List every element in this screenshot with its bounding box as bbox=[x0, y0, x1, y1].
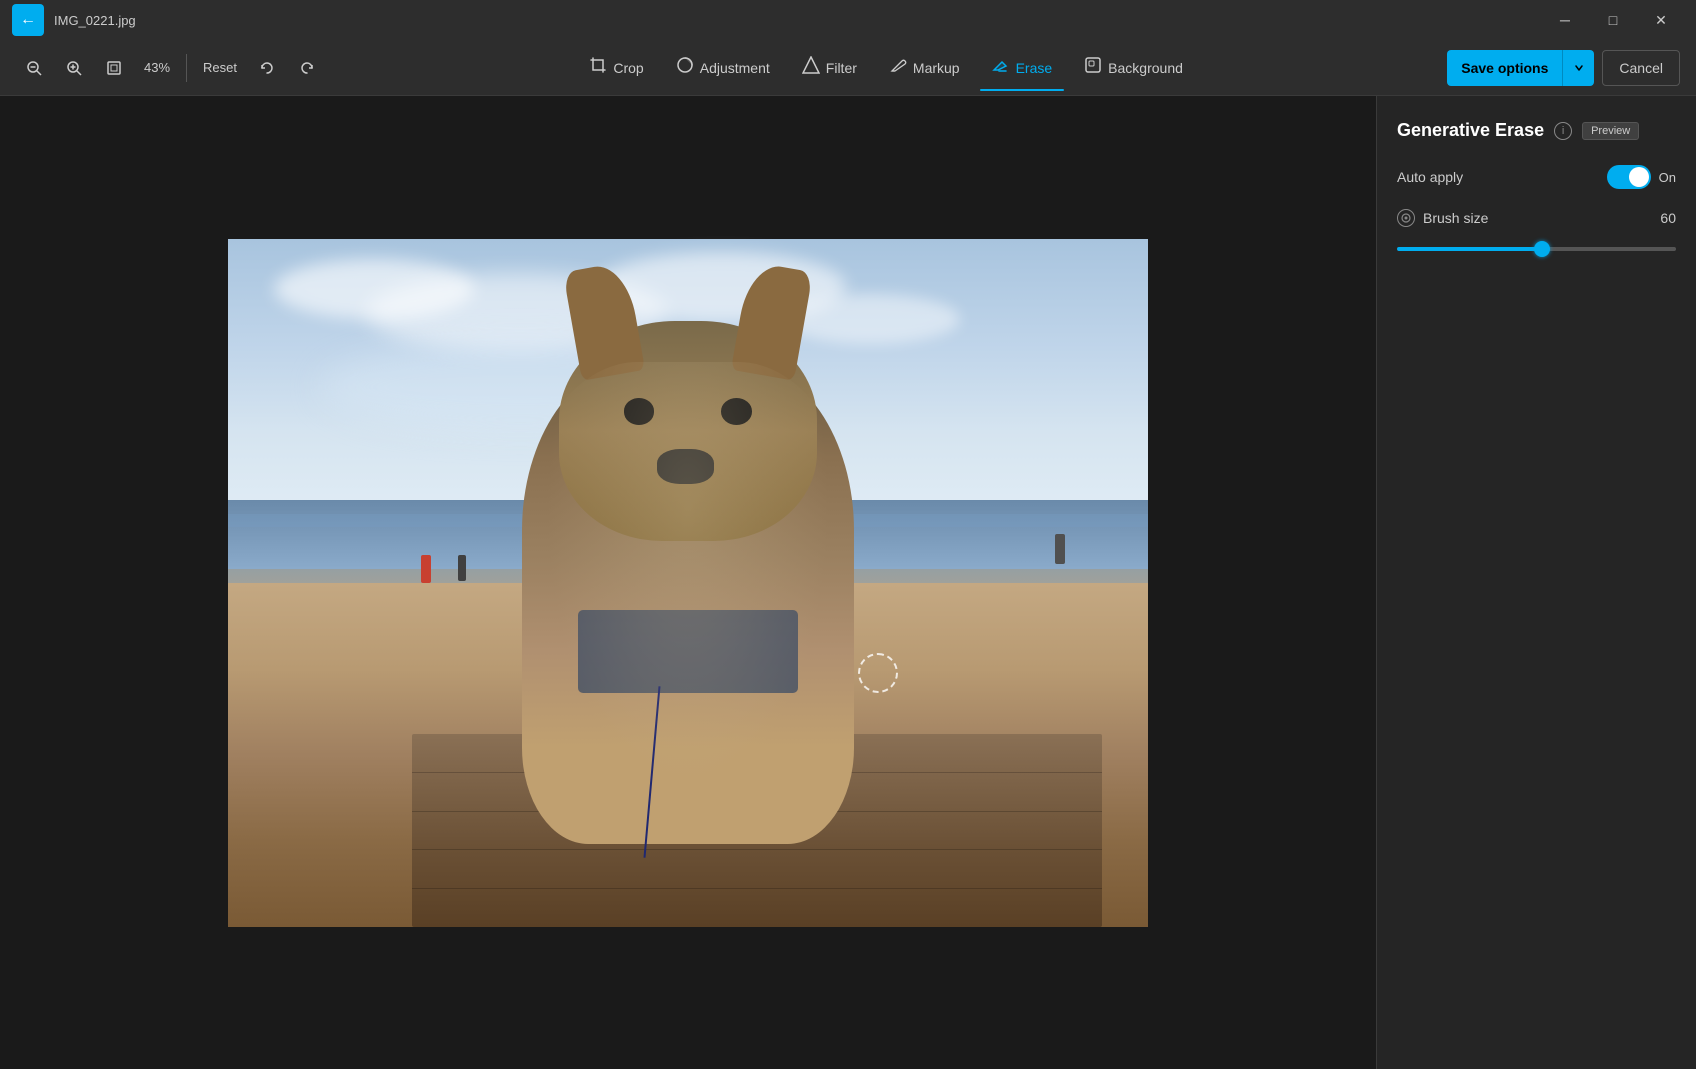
person-2 bbox=[458, 555, 466, 581]
filter-label: Filter bbox=[826, 60, 857, 76]
maximize-button[interactable]: □ bbox=[1590, 4, 1636, 36]
filter-tool[interactable]: Filter bbox=[790, 50, 869, 85]
right-panel: Generative Erase i Preview Auto apply On bbox=[1376, 96, 1696, 1069]
zoom-out-button[interactable] bbox=[16, 50, 52, 86]
toolbar-left: 43% Reset bbox=[16, 50, 325, 86]
erase-tool[interactable]: Erase bbox=[980, 50, 1065, 85]
brush-size-slider[interactable] bbox=[1397, 247, 1676, 251]
redo-button[interactable] bbox=[289, 50, 325, 86]
dog-fur-highlight bbox=[522, 362, 853, 844]
auto-apply-row: Auto apply On bbox=[1397, 165, 1676, 189]
crop-tool[interactable]: Crop bbox=[577, 50, 655, 85]
toggle-thumb bbox=[1629, 167, 1649, 187]
save-options-label: Save options bbox=[1447, 50, 1562, 86]
back-icon: ← bbox=[20, 11, 36, 29]
zoom-level: 43% bbox=[136, 60, 178, 75]
window-title: IMG_0221.jpg bbox=[54, 13, 136, 28]
panel-title: Generative Erase bbox=[1397, 120, 1544, 141]
crop-icon bbox=[589, 56, 607, 79]
window-controls: ─ □ ✕ bbox=[1542, 4, 1684, 36]
brush-size-value: 60 bbox=[1660, 210, 1676, 226]
markup-tool[interactable]: Markup bbox=[877, 50, 972, 85]
auto-apply-label: Auto apply bbox=[1397, 169, 1463, 185]
brush-size-label: Brush size bbox=[1423, 210, 1488, 226]
adjustment-icon bbox=[676, 56, 694, 79]
filter-icon bbox=[802, 56, 820, 79]
zoom-in-button[interactable] bbox=[56, 50, 92, 86]
toolbar: 43% Reset Crop bbox=[0, 40, 1696, 96]
person-3 bbox=[1055, 534, 1065, 564]
cancel-button[interactable]: Cancel bbox=[1602, 50, 1680, 86]
toggle-state-label: On bbox=[1659, 170, 1676, 185]
erase-icon bbox=[992, 56, 1010, 79]
toggle-group: On bbox=[1607, 165, 1676, 189]
panel-header: Generative Erase i Preview bbox=[1397, 120, 1676, 141]
close-button[interactable]: ✕ bbox=[1638, 4, 1684, 36]
brush-label-group: Brush size bbox=[1397, 209, 1488, 227]
image-container bbox=[228, 239, 1148, 927]
save-options-button[interactable]: Save options bbox=[1447, 50, 1594, 86]
minimize-button[interactable]: ─ bbox=[1542, 4, 1588, 36]
adjustment-label: Adjustment bbox=[700, 60, 770, 76]
toolbar-right: Save options Cancel bbox=[1447, 50, 1680, 86]
background-tool[interactable]: Background bbox=[1072, 50, 1195, 85]
info-icon-label: i bbox=[1562, 125, 1564, 137]
back-button[interactable]: ← bbox=[12, 4, 44, 36]
toolbar-divider bbox=[186, 54, 187, 82]
fit-view-button[interactable] bbox=[96, 50, 132, 86]
background-label: Background bbox=[1108, 60, 1183, 76]
reset-button[interactable]: Reset bbox=[195, 56, 245, 79]
brush-size-icon bbox=[1397, 209, 1415, 227]
brush-header: Brush size 60 bbox=[1397, 209, 1676, 227]
save-options-chevron bbox=[1562, 50, 1594, 86]
preview-badge[interactable]: Preview bbox=[1582, 122, 1639, 140]
main-image bbox=[228, 239, 1148, 927]
adjustment-tool[interactable]: Adjustment bbox=[664, 50, 782, 85]
main-area: Generative Erase i Preview Auto apply On bbox=[0, 96, 1696, 1069]
undo-button[interactable] bbox=[249, 50, 285, 86]
canvas-area[interactable] bbox=[0, 96, 1376, 1069]
titlebar: ← IMG_0221.jpg ─ □ ✕ bbox=[0, 0, 1696, 40]
brush-size-slider-container bbox=[1397, 239, 1676, 259]
info-icon[interactable]: i bbox=[1554, 122, 1572, 140]
person-1 bbox=[421, 555, 431, 583]
auto-apply-toggle[interactable] bbox=[1607, 165, 1651, 189]
markup-label: Markup bbox=[913, 60, 960, 76]
toolbar-nav: Crop Adjustment Filter bbox=[329, 50, 1443, 85]
markup-icon bbox=[889, 56, 907, 79]
erase-label: Erase bbox=[1016, 60, 1053, 76]
brush-section: Brush size 60 bbox=[1397, 209, 1676, 259]
crop-label: Crop bbox=[613, 60, 643, 76]
background-icon bbox=[1084, 56, 1102, 79]
